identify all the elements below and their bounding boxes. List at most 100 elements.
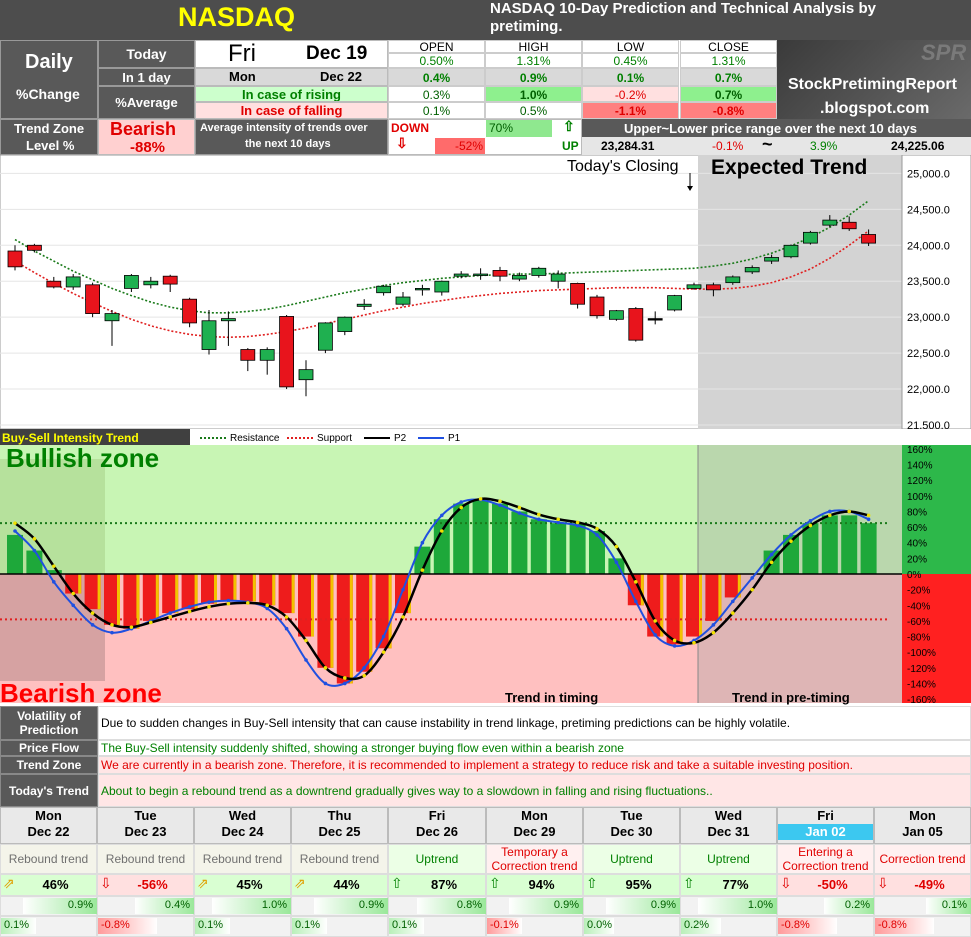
forecast-arrow-icon: ⇧ [683, 875, 695, 891]
page-title: NASDAQ 10-Day Prediction and Technical A… [490, 0, 876, 35]
note-text: Due to sudden changes in Buy-Sell intens… [98, 706, 971, 740]
p2-point [556, 517, 560, 522]
p1-point [731, 599, 735, 604]
average-label: %Average [98, 86, 195, 119]
candle-body [317, 322, 333, 351]
forecast-trend: Entering a Correction trend [777, 844, 874, 874]
forecast-date: Jan 05 [902, 824, 943, 839]
p2-point [692, 641, 696, 645]
forecast-day: Wed [714, 808, 743, 823]
p1-point [110, 630, 114, 635]
p2-point [246, 601, 250, 605]
price-tick-label: 22,500.0 [907, 348, 950, 360]
rising-value: 0.7% [680, 86, 777, 102]
p2-point [653, 619, 657, 623]
forecast-arrow-icon: ⇗ [294, 875, 306, 891]
candle-body [279, 316, 295, 388]
intensity-bar-edge [252, 574, 256, 602]
forecast-rise: 1.0% [747, 899, 773, 911]
p2-point [847, 509, 851, 514]
range-low: 23,284.31 [601, 139, 655, 153]
p2-point [343, 676, 347, 680]
candle-body [182, 298, 198, 324]
todays-closing-label: Today's Closing [567, 158, 679, 175]
candle-body [667, 295, 682, 311]
p1-point [187, 605, 192, 609]
p2-point [866, 513, 871, 518]
p2-point [187, 609, 192, 614]
note-text: The Buy-Sell intensity suddenly shifted,… [98, 740, 971, 756]
forecast-trend: Rebound trend [194, 844, 291, 874]
up-arrow-icon: ⇧ [563, 118, 575, 134]
p1-point [13, 529, 17, 533]
intensity-bar [7, 534, 23, 574]
candle-body [725, 276, 741, 284]
trendzone-label1: Trend Zone [14, 121, 85, 136]
forecast-arrow-icon: ⇩ [877, 875, 889, 891]
candle-body [822, 219, 838, 226]
forecast-fall: 0.1% [4, 919, 30, 931]
forecast-date: Dec 30 [610, 824, 653, 839]
p2-point [459, 505, 464, 510]
col-header-close: CLOSE [680, 40, 777, 54]
forecast-pct: -50% [817, 877, 848, 892]
forecast-fall: 0.0% [587, 919, 613, 931]
intensity-bar [860, 523, 877, 574]
p1-point [362, 666, 367, 670]
intensity-bar-edge [311, 574, 314, 637]
today-value: 1.31% [680, 53, 777, 68]
p2-point [129, 625, 134, 629]
forecast-fall: 0.1% [392, 919, 418, 931]
p1-point [90, 623, 95, 627]
price-tick-label: 24,500.0 [907, 204, 950, 216]
intensity-bar-edge [78, 574, 82, 594]
up-value: 70% [489, 121, 514, 135]
candle-body [65, 276, 81, 288]
p2-point [226, 601, 231, 606]
p2-point [828, 513, 832, 518]
candle-body [356, 303, 372, 307]
forecast-fall: 0.1% [295, 919, 321, 931]
intensity-bar-edge [233, 574, 237, 602]
price-tick-label: 23,500.0 [907, 276, 950, 288]
down-arrow-icon: ⇩ [396, 135, 408, 151]
candle-body [764, 257, 779, 262]
intensity-tick-label: -40% [907, 601, 930, 612]
candle-body [220, 318, 236, 322]
forecast-trend: Uptrend [680, 844, 777, 874]
p1-point [614, 560, 619, 565]
forecast-date: Dec 22 [27, 824, 70, 839]
intensity-bar [589, 531, 605, 574]
p1-point [168, 611, 172, 615]
p2-point [149, 620, 153, 625]
forecast-fall: -0.1% [490, 919, 519, 931]
p2-point [575, 520, 580, 525]
intensity-bar-edge [349, 574, 353, 684]
daily-label: Daily [25, 51, 73, 73]
p2-point [168, 615, 172, 619]
p1-point [556, 520, 560, 525]
intensity-tick-label: -140% [907, 679, 936, 690]
down-label: DOWN [391, 121, 429, 135]
candle-body [298, 369, 314, 381]
forecast-rise: 1.0% [261, 899, 287, 911]
p1-point [323, 681, 328, 686]
forecast-trend: Rebound trend [291, 844, 388, 874]
price-tick-label: 24,000.0 [907, 240, 950, 252]
forecast-arrow-icon: ⇩ [780, 875, 792, 891]
p2-point [634, 580, 638, 584]
note-label: Price Flow [0, 740, 98, 756]
intensity-bar [530, 519, 547, 574]
forecast-day: Wed [228, 808, 257, 823]
forecast-arrow-icon: ⇧ [391, 875, 403, 891]
intensity-bar-edge [175, 574, 179, 614]
range-low-pct: -0.1% [712, 139, 744, 153]
p2-point [731, 611, 735, 615]
p1-point [808, 519, 813, 523]
intensity-bar-edge [291, 574, 295, 614]
p1-point [711, 623, 716, 627]
p1-point [71, 603, 75, 608]
p1-point [672, 644, 677, 648]
intensity-tick-label: -20% [907, 586, 930, 597]
candle-body [647, 318, 663, 321]
